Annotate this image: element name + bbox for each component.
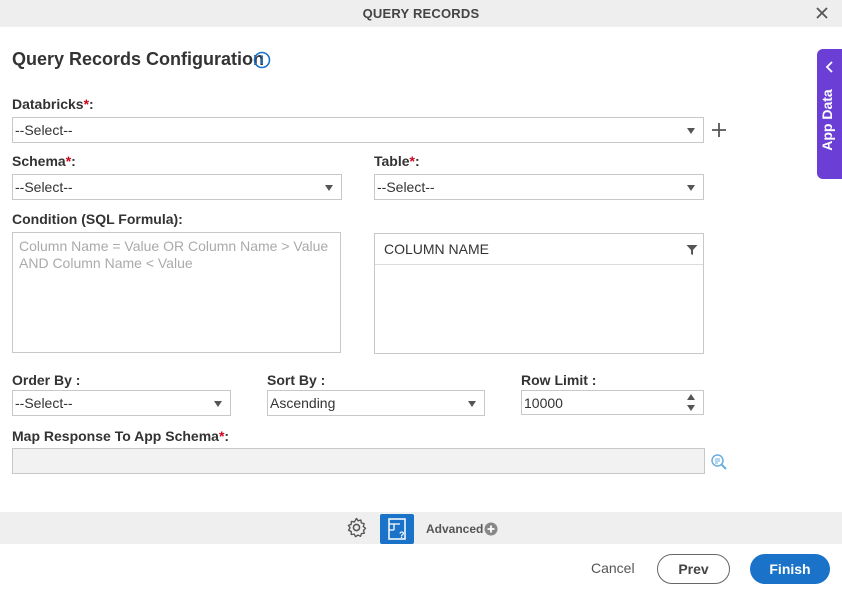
table-select[interactable]: --Select-- <box>374 174 704 200</box>
app-data-label: App Data <box>819 89 835 151</box>
page-title: Query Records Configuration <box>12 49 265 69</box>
document-help-icon: ? <box>388 518 406 540</box>
stepper-up-icon[interactable] <box>687 394 695 400</box>
row-limit-value: 10000 <box>524 395 563 411</box>
label-colon: : <box>71 153 76 169</box>
column-name-panel: COLUMN NAME <box>374 233 704 354</box>
condition-placeholder: Column Name = Value OR Column Name > Val… <box>19 238 329 271</box>
sort-by-select-value: Ascending <box>270 395 336 411</box>
condition-label: Condition (SQL Formula): <box>12 211 183 227</box>
label-colon: : <box>224 428 230 444</box>
databricks-select-value: --Select-- <box>15 122 73 138</box>
column-name-header: COLUMN NAME <box>375 234 703 265</box>
label-colon: : <box>414 153 420 169</box>
sort-by-label: Sort By : <box>267 372 326 388</box>
bottom-toolbar <box>0 512 842 544</box>
plus-icon[interactable] <box>710 121 728 139</box>
gear-icon[interactable] <box>345 516 368 539</box>
condition-textarea[interactable]: Column Name = Value OR Column Name > Val… <box>12 232 341 353</box>
databricks-label: Databricks*: <box>12 96 94 112</box>
row-limit-label: Row Limit : <box>521 372 597 388</box>
databricks-select[interactable]: --Select-- <box>12 117 704 143</box>
app-data-panel-toggle[interactable]: App Data <box>817 49 842 179</box>
cancel-button[interactable]: Cancel <box>591 560 635 576</box>
chevron-down-icon <box>687 185 695 191</box>
advanced-link[interactable]: Advanced <box>426 522 483 536</box>
label-colon: : <box>89 96 94 112</box>
order-by-select-value: --Select-- <box>15 395 73 411</box>
column-name-header-text: COLUMN NAME <box>384 241 490 257</box>
finish-button[interactable]: Finish <box>750 554 830 584</box>
row-limit-stepper[interactable]: 10000 <box>521 390 704 415</box>
order-by-label: Order By : <box>12 372 81 388</box>
chevron-down-icon <box>214 401 222 407</box>
chevron-down-icon <box>687 128 695 134</box>
map-response-field[interactable] <box>12 448 705 474</box>
window-title: QUERY RECORDS <box>362 6 480 21</box>
search-icon[interactable] <box>710 453 728 471</box>
filter-icon[interactable] <box>686 244 698 256</box>
schema-select-value: --Select-- <box>15 179 73 195</box>
sort-by-select[interactable]: Ascending <box>267 390 485 416</box>
schema-label: Schema*: <box>12 153 76 169</box>
table-label-text: Table <box>374 153 410 169</box>
close-icon[interactable] <box>812 3 832 23</box>
add-circle-icon[interactable] <box>484 522 498 536</box>
document-help-button[interactable]: ? <box>380 514 414 544</box>
chevron-down-icon <box>325 185 333 191</box>
title-bar: QUERY RECORDS <box>0 0 842 27</box>
order-by-select[interactable]: --Select-- <box>12 390 231 416</box>
map-response-label: Map Response To App Schema*: <box>12 428 229 444</box>
databricks-label-text: Databricks <box>12 96 84 112</box>
prev-button[interactable]: Prev <box>657 554 730 584</box>
table-label: Table*: <box>374 153 420 169</box>
schema-label-text: Schema <box>12 153 66 169</box>
stepper-down-icon[interactable] <box>687 405 695 411</box>
schema-select[interactable]: --Select-- <box>12 174 342 200</box>
chevron-down-icon <box>468 401 476 407</box>
map-response-label-text: Map Response To App Schema <box>12 428 219 444</box>
svg-text:?: ? <box>399 530 405 540</box>
info-icon[interactable] <box>253 51 271 69</box>
table-select-value: --Select-- <box>377 179 435 195</box>
